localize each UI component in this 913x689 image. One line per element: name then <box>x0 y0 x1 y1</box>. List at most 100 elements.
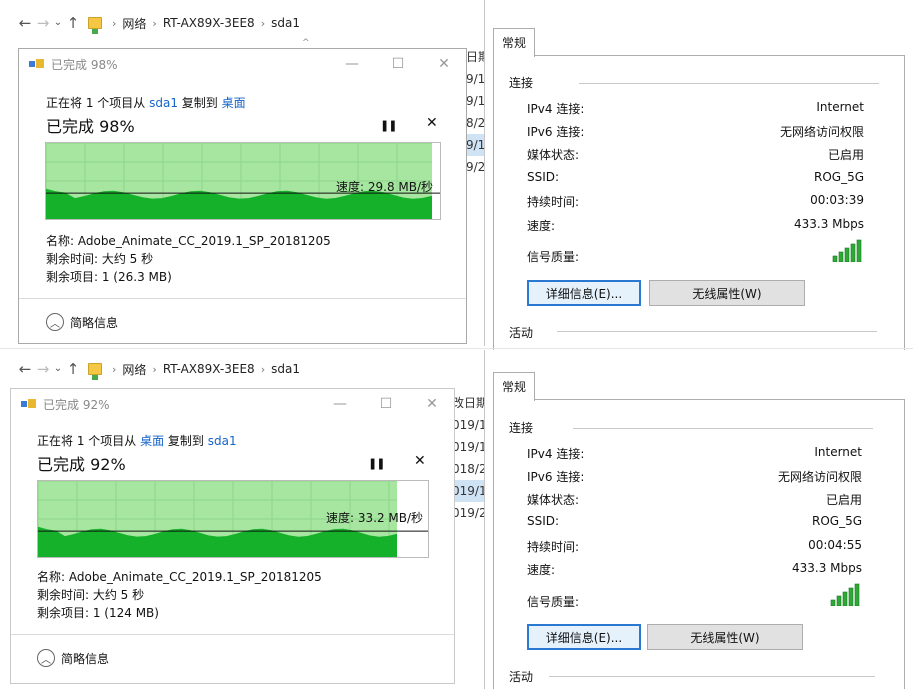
ssid-value: ROG_5G <box>813 170 864 184</box>
duration-label: 持续时间: <box>527 195 580 209</box>
pause-button[interactable]: ❚❚ <box>380 119 397 132</box>
chevron-right-icon: › <box>152 16 157 30</box>
pause-button[interactable]: ❚❚ <box>368 457 385 470</box>
ipv4-label: IPv4 连接: <box>527 447 585 461</box>
source-link[interactable]: sda1 <box>149 96 178 110</box>
details-button[interactable]: 详细信息(E)... <box>527 624 641 650</box>
back-arrow-icon[interactable]: ← <box>16 359 34 379</box>
ipv4-value: Internet <box>814 445 862 459</box>
ssid-value: ROG_5G <box>811 514 862 528</box>
close-button[interactable]: ✕ <box>421 393 443 415</box>
breadcrumb-folder[interactable]: sda1 <box>271 16 300 30</box>
file-name: 名称: Adobe_Animate_CC_2019.1_SP_20181205 <box>37 570 322 584</box>
ipv6-value: 无网络访问权限 <box>779 125 864 139</box>
signal-bar <box>850 243 856 262</box>
media-state-value: 已启用 <box>827 148 864 162</box>
divider <box>19 298 466 299</box>
address-bar[interactable]: ← → ⌄ ↑ › 网络 › RT-AX89X-3EE8 › sda1 <box>16 356 446 382</box>
signal-quality-label: 信号质量: <box>527 250 580 264</box>
group-separator <box>549 676 875 677</box>
maximize-button[interactable]: ☐ <box>375 393 397 415</box>
tab-general[interactable]: 常规 <box>493 372 536 401</box>
recent-dropdown-icon[interactable]: ⌄ <box>52 359 64 379</box>
ipv6-label: IPv6 连接: <box>527 470 585 484</box>
signal-bar <box>836 595 842 606</box>
wireless-properties-button[interactable]: 无线属性(W) <box>647 624 803 650</box>
source-link[interactable]: 桌面 <box>140 434 164 448</box>
copy-description: 正在将 1 个项目从 桌面 复制到 sda1 <box>37 432 237 449</box>
breadcrumb-network[interactable]: 网络 <box>122 361 146 378</box>
signal-strength-icon <box>832 239 862 262</box>
wireless-properties-button[interactable]: 无线属性(W) <box>649 280 805 306</box>
signal-bar <box>842 591 848 606</box>
sort-indicator-icon: ^ <box>302 38 310 48</box>
signal-bar <box>844 247 850 262</box>
breadcrumb-device[interactable]: RT-AX89X-3EE8 <box>163 16 255 30</box>
date-cell: 018/2 <box>452 462 487 476</box>
items-remaining: 剩余项目: 1 (124 MB) <box>37 606 159 620</box>
group-connection-label: 连接 <box>509 74 540 91</box>
maximize-button[interactable]: ☐ <box>387 53 409 75</box>
up-arrow-icon[interactable]: ↑ <box>64 13 82 33</box>
cancel-button[interactable]: ✕ <box>426 115 438 131</box>
speed-value: 433.3 Mbps <box>793 217 864 231</box>
minimize-button[interactable]: — <box>329 393 351 415</box>
date-cell: 019/2 <box>452 506 487 520</box>
address-bar[interactable]: ← → ⌄ ↑ › 网络 › RT-AX89X-3EE8 › sda1 <box>16 10 481 36</box>
forward-arrow-icon[interactable]: → <box>34 13 52 33</box>
less-details-button[interactable]: ︿ 简略信息 <box>46 313 118 331</box>
file-info: 名称: Adobe_Animate_CC_2019.1_SP_20181205 … <box>46 232 331 286</box>
date-cell: 019/1 <box>452 440 487 454</box>
wireless-properties-label: 无线属性(W) <box>692 286 762 301</box>
group-separator <box>579 83 879 84</box>
items-remaining: 剩余项目: 1 (26.3 MB) <box>46 270 172 284</box>
breadcrumb-folder[interactable]: sda1 <box>271 362 300 376</box>
ipv6-label: IPv6 连接: <box>527 125 585 139</box>
file-info: 名称: Adobe_Animate_CC_2019.1_SP_20181205 … <box>37 568 322 622</box>
copy-progress-dialog: 已完成 92% — ☐ ✕ 正在将 1 个项目从 桌面 复制到 sda1 已完成… <box>10 388 455 684</box>
cancel-button[interactable]: ✕ <box>414 453 426 469</box>
wireless-properties-label: 无线属性(W) <box>690 630 760 645</box>
ssid-label: SSID: <box>527 514 560 528</box>
wifi-status-panel: 常规 连接 IPv4 连接: Internet IPv6 连接: 无网络访问权限… <box>484 0 913 355</box>
destination-link[interactable]: sda1 <box>208 434 237 448</box>
signal-quality-label: 信号质量: <box>527 595 580 609</box>
recent-dropdown-icon[interactable]: ⌄ <box>52 13 64 33</box>
divider <box>11 634 454 635</box>
folder-icon <box>88 363 102 380</box>
media-state-label: 媒体状态: <box>527 148 580 162</box>
forward-arrow-icon[interactable]: → <box>34 359 52 379</box>
signal-bar <box>838 251 844 262</box>
duration-value: 00:03:39 <box>810 193 864 207</box>
signal-strength-icon <box>830 583 860 606</box>
group-connection-label: 连接 <box>509 419 540 436</box>
tab-general[interactable]: 常规 <box>493 28 536 57</box>
back-arrow-icon[interactable]: ← <box>16 13 34 33</box>
percent-complete: 已完成 92% <box>37 455 126 474</box>
ipv4-label: IPv4 连接: <box>527 102 585 116</box>
destination-link[interactable]: 桌面 <box>222 96 246 110</box>
ipv4-value: Internet <box>816 100 864 114</box>
group-activity-label: 活动 <box>509 668 540 685</box>
media-state-label: 媒体状态: <box>527 493 580 507</box>
breadcrumb-network[interactable]: 网络 <box>122 15 146 32</box>
details-button[interactable]: 详细信息(E)... <box>527 280 641 306</box>
group-separator <box>573 428 873 429</box>
group-activity-label: 活动 <box>509 324 540 341</box>
breadcrumb-device[interactable]: RT-AX89X-3EE8 <box>163 362 255 376</box>
copy-prefix-text: 正在将 1 个项目从 <box>37 434 141 448</box>
time-remaining: 剩余时间: 大约 5 秒 <box>37 588 145 602</box>
copy-icon <box>21 399 37 409</box>
copy-icon <box>29 59 45 69</box>
less-details-button[interactable]: ︿ 简略信息 <box>37 649 109 667</box>
date-column-header[interactable]: 改日期 <box>452 392 488 414</box>
copy-middle-text: 复制到 <box>177 96 222 110</box>
chevron-right-icon: › <box>260 16 266 30</box>
signal-bar <box>854 583 860 606</box>
file-list-date-column: 改日期 019/1 019/1 018/2 019/1 019/2 <box>452 392 489 524</box>
up-arrow-icon[interactable]: ↑ <box>64 359 82 379</box>
group-separator <box>557 331 877 332</box>
file-name: 名称: Adobe_Animate_CC_2019.1_SP_20181205 <box>46 234 331 248</box>
close-button[interactable]: ✕ <box>433 53 455 75</box>
minimize-button[interactable]: — <box>341 53 363 75</box>
